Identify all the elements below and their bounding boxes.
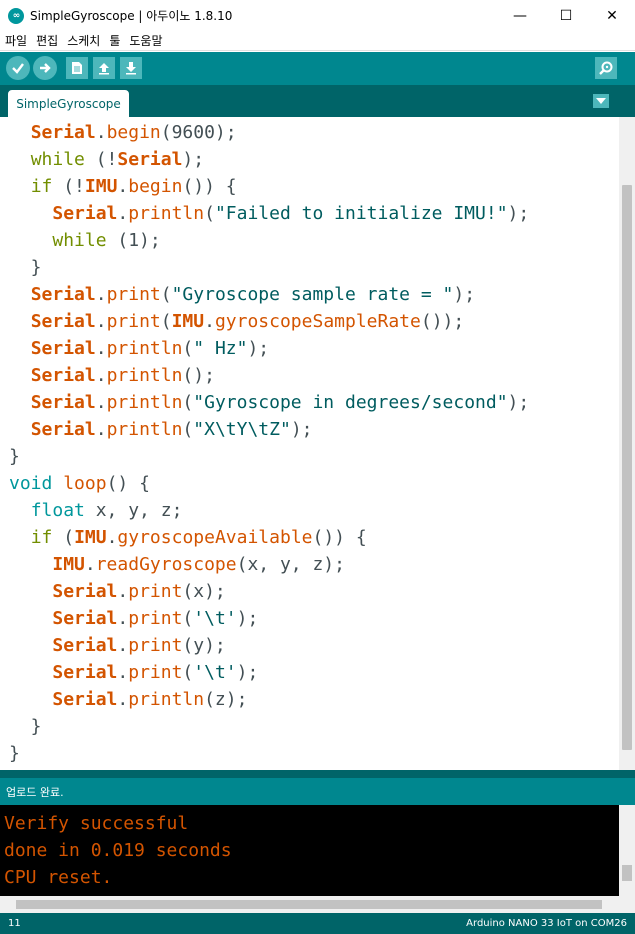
code-line: float x, y, z; bbox=[30, 500, 183, 521]
code-line: Serial.println("Failed to initialize IMU… bbox=[52, 203, 530, 224]
console-line: CPU reset. bbox=[4, 867, 113, 888]
editor-scrollbar-thumb[interactable] bbox=[622, 185, 632, 750]
splitter[interactable] bbox=[0, 770, 635, 778]
minimize-button[interactable]: — bbox=[497, 0, 543, 31]
code-line: } bbox=[9, 446, 20, 467]
serial-monitor-button[interactable] bbox=[595, 57, 617, 79]
code-line: Serial.print(IMU.gyroscopeSampleRate()); bbox=[30, 311, 465, 332]
menu-file[interactable]: 파일 bbox=[5, 32, 27, 49]
magnifier-icon bbox=[599, 61, 613, 75]
upload-arrow-icon bbox=[99, 63, 109, 75]
code-line: } bbox=[9, 257, 42, 278]
console-line: done in 0.019 seconds bbox=[4, 840, 232, 861]
code-line: Serial.println(z); bbox=[52, 689, 248, 710]
code-line: Serial.print(x); bbox=[52, 581, 226, 602]
editor-scrollbar[interactable] bbox=[619, 117, 635, 770]
console-vscrollbar-thumb[interactable] bbox=[622, 865, 632, 881]
new-button[interactable] bbox=[66, 57, 88, 79]
code-line: while (1); bbox=[52, 230, 161, 251]
check-icon bbox=[12, 63, 24, 74]
console-line: Verify successful bbox=[4, 813, 189, 834]
code-line: while (!Serial); bbox=[30, 149, 205, 170]
code-line: Serial.print('\t'); bbox=[52, 662, 259, 683]
console-hscrollbar-thumb[interactable] bbox=[16, 900, 602, 909]
board-info: Arduino NANO 33 IoT on COM26 bbox=[466, 918, 627, 929]
code-line: Serial.println("X\tY\tZ"); bbox=[30, 419, 313, 440]
save-button[interactable] bbox=[120, 57, 142, 79]
menu-edit[interactable]: 편집 bbox=[36, 32, 58, 49]
code-line: IMU.readGyroscope(x, y, z); bbox=[52, 554, 345, 575]
tab-simplegyroscope[interactable]: SimpleGyroscope bbox=[8, 90, 129, 117]
menu-tools[interactable]: 툴 bbox=[109, 32, 120, 49]
code-line: Serial.println("Gyroscope in degrees/sec… bbox=[30, 392, 530, 413]
code-line: } bbox=[9, 743, 20, 764]
open-button[interactable] bbox=[93, 57, 115, 79]
triangle-down-icon bbox=[596, 98, 606, 104]
code-line: Serial.print("Gyroscope sample rate = ")… bbox=[30, 284, 476, 305]
code-line: Serial.print(y); bbox=[52, 635, 226, 656]
menu-sketch[interactable]: 스케치 bbox=[67, 32, 100, 49]
new-file-icon bbox=[72, 62, 82, 74]
code-line: Serial.begin(9600); bbox=[30, 122, 237, 143]
code-editor[interactable]: Serial.begin(9600); while (!Serial); if … bbox=[0, 117, 619, 770]
footer-bar: 11 Arduino NANO 33 IoT on COM26 bbox=[0, 913, 635, 934]
code-line: Serial.println(); bbox=[30, 365, 215, 386]
code-line: } bbox=[9, 716, 42, 737]
code-line: Serial.println(" Hz"); bbox=[30, 338, 270, 359]
arduino-logo-icon: ∞ bbox=[8, 7, 24, 24]
code-line: if (IMU.gyroscopeAvailable()) { bbox=[30, 527, 367, 548]
tab-menu-button[interactable] bbox=[593, 94, 609, 108]
title-bar: ∞ SimpleGyroscope | 아두이노 1.8.10 — ☐ ✕ bbox=[0, 0, 635, 31]
maximize-button[interactable]: ☐ bbox=[543, 0, 589, 31]
console-output[interactable]: Verify successful done in 0.019 seconds … bbox=[0, 805, 619, 896]
code-line: Serial.print('\t'); bbox=[52, 608, 259, 629]
code-line: void loop() { bbox=[9, 473, 150, 494]
close-button[interactable]: ✕ bbox=[589, 0, 635, 31]
window-controls: — ☐ ✕ bbox=[497, 0, 635, 31]
console-hscrollbar[interactable] bbox=[0, 896, 635, 913]
arrow-right-icon bbox=[40, 63, 51, 73]
console-vscrollbar[interactable] bbox=[619, 805, 635, 896]
window-title: SimpleGyroscope | 아두이노 1.8.10 bbox=[30, 9, 233, 23]
verify-button[interactable] bbox=[6, 56, 30, 80]
menu-bar: 파일 편집 스케치 툴 도움말 bbox=[0, 31, 635, 51]
code-line: if (!IMU.begin()) { bbox=[30, 176, 237, 197]
tab-bar: SimpleGyroscope bbox=[0, 85, 635, 117]
toolbar bbox=[0, 52, 635, 85]
upload-button[interactable] bbox=[33, 56, 57, 80]
line-number: 11 bbox=[8, 918, 21, 929]
menu-help[interactable]: 도움말 bbox=[129, 32, 162, 49]
download-arrow-icon bbox=[126, 62, 136, 75]
status-bar: 업로드 완료. bbox=[0, 778, 635, 805]
